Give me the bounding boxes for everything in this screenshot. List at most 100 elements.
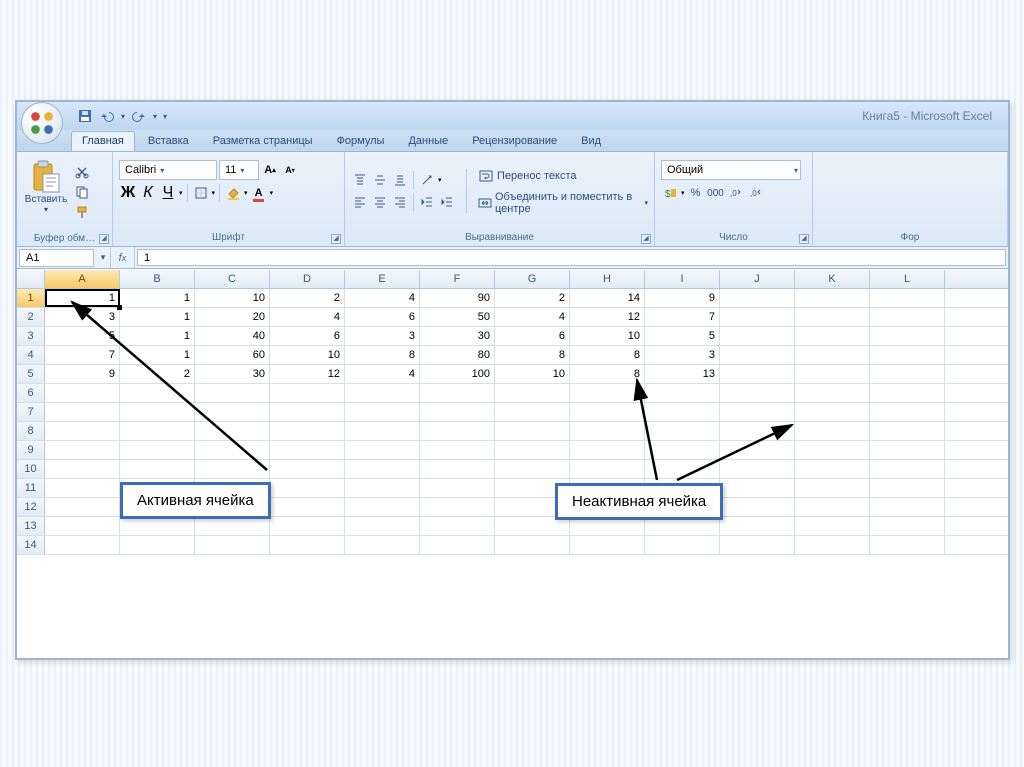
cell[interactable]: 8 <box>495 346 570 364</box>
cell[interactable] <box>195 441 270 459</box>
cell[interactable] <box>420 422 495 440</box>
cell[interactable] <box>720 346 795 364</box>
cell[interactable] <box>720 422 795 440</box>
row-header-2[interactable]: 2 <box>17 308 45 326</box>
cell[interactable]: 80 <box>420 346 495 364</box>
cell[interactable]: 12 <box>270 365 345 383</box>
cell[interactable]: 8 <box>345 346 420 364</box>
cell[interactable]: 9 <box>645 289 720 307</box>
wrap-text-button[interactable]: Перенос текста <box>477 167 648 185</box>
col-header-H[interactable]: H <box>570 270 645 288</box>
cell[interactable] <box>795 479 870 497</box>
cell[interactable]: 3 <box>345 327 420 345</box>
undo-icon[interactable] <box>99 108 115 124</box>
cell[interactable] <box>270 479 345 497</box>
cell[interactable]: 1 <box>120 346 195 364</box>
cell[interactable] <box>120 460 195 478</box>
cell[interactable] <box>120 536 195 554</box>
name-box-dropdown-icon[interactable]: ▾ <box>96 252 110 263</box>
cell[interactable] <box>45 403 120 421</box>
col-header-J[interactable]: J <box>720 270 795 288</box>
cell[interactable] <box>345 403 420 421</box>
cell[interactable] <box>870 498 945 516</box>
cell[interactable] <box>720 365 795 383</box>
tab-данные[interactable]: Данные <box>397 131 459 151</box>
cell[interactable] <box>270 460 345 478</box>
cell[interactable] <box>645 403 720 421</box>
cell[interactable] <box>495 403 570 421</box>
cell[interactable]: 10 <box>195 289 270 307</box>
cell[interactable]: 100 <box>420 365 495 383</box>
cell[interactable] <box>45 517 120 535</box>
cell[interactable] <box>720 308 795 326</box>
cell[interactable] <box>45 460 120 478</box>
comma-style-icon[interactable]: 000 <box>707 184 725 202</box>
cell[interactable] <box>645 536 720 554</box>
cell[interactable] <box>120 422 195 440</box>
tab-вставка[interactable]: Вставка <box>137 131 200 151</box>
align-top-icon[interactable] <box>351 171 369 189</box>
format-painter-icon[interactable] <box>73 203 91 221</box>
cell[interactable] <box>795 327 870 345</box>
cell[interactable] <box>270 441 345 459</box>
cell[interactable]: 6 <box>495 327 570 345</box>
number-dialog-icon[interactable]: ◢ <box>799 234 809 244</box>
cell[interactable] <box>120 517 195 535</box>
cell[interactable] <box>870 441 945 459</box>
row-header-3[interactable]: 3 <box>17 327 45 345</box>
cut-icon[interactable] <box>73 163 91 181</box>
cell[interactable]: 10 <box>270 346 345 364</box>
cell[interactable] <box>720 441 795 459</box>
tab-главная[interactable]: Главная <box>71 131 135 151</box>
cell[interactable] <box>795 365 870 383</box>
cell[interactable] <box>345 422 420 440</box>
cell[interactable] <box>420 517 495 535</box>
cell[interactable] <box>870 536 945 554</box>
row-header-12[interactable]: 12 <box>17 498 45 516</box>
cell[interactable]: 12 <box>570 308 645 326</box>
cell[interactable] <box>345 498 420 516</box>
cell[interactable] <box>270 498 345 516</box>
cell[interactable] <box>195 422 270 440</box>
paste-button[interactable]: Вставить ▾ <box>23 156 69 228</box>
borders-icon[interactable] <box>192 184 210 202</box>
cell[interactable] <box>420 441 495 459</box>
cell[interactable] <box>420 403 495 421</box>
office-button[interactable] <box>21 102 63 144</box>
row-header-9[interactable]: 9 <box>17 441 45 459</box>
increase-decimal-icon[interactable]: ,0 <box>727 184 745 202</box>
cell[interactable]: 4 <box>270 308 345 326</box>
cell[interactable] <box>645 384 720 402</box>
cell[interactable] <box>570 422 645 440</box>
cell[interactable] <box>570 441 645 459</box>
row-header-13[interactable]: 13 <box>17 517 45 535</box>
cell[interactable] <box>345 384 420 402</box>
cell[interactable]: 5 <box>645 327 720 345</box>
underline-button[interactable]: Ч <box>159 184 177 202</box>
cell[interactable]: 1 <box>45 289 120 307</box>
row-header-1[interactable]: 1 <box>17 289 45 307</box>
cell[interactable]: 50 <box>420 308 495 326</box>
save-icon[interactable] <box>77 108 93 124</box>
cell[interactable] <box>120 441 195 459</box>
cell[interactable] <box>270 384 345 402</box>
cell[interactable]: 8 <box>570 346 645 364</box>
decrease-decimal-icon[interactable]: ,0 <box>747 184 765 202</box>
col-header-A[interactable]: A <box>45 270 120 288</box>
cell[interactable] <box>420 479 495 497</box>
cell[interactable] <box>345 517 420 535</box>
merge-center-button[interactable]: Объединить и поместить в центре▾ <box>477 191 648 215</box>
cell[interactable]: 10 <box>570 327 645 345</box>
col-header-C[interactable]: C <box>195 270 270 288</box>
cell[interactable] <box>270 536 345 554</box>
formula-input[interactable]: 1 <box>137 249 1006 266</box>
cell[interactable]: 1 <box>120 327 195 345</box>
cell[interactable] <box>870 327 945 345</box>
cell[interactable]: 9 <box>45 365 120 383</box>
cell[interactable]: 4 <box>495 308 570 326</box>
row-header-8[interactable]: 8 <box>17 422 45 440</box>
cell[interactable]: 10 <box>495 365 570 383</box>
cell[interactable] <box>195 536 270 554</box>
cell[interactable] <box>645 441 720 459</box>
cell[interactable] <box>570 384 645 402</box>
